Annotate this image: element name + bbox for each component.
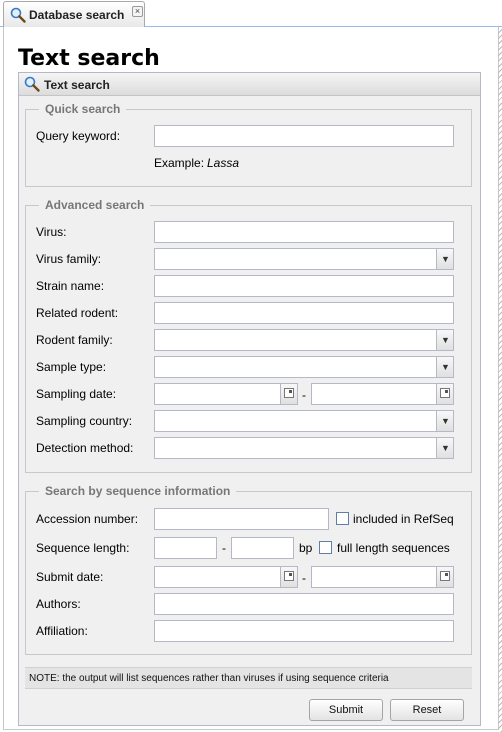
virus-family-label: Virus family: <box>36 252 102 266</box>
chevron-down-icon: ▼ <box>441 443 450 453</box>
refseq-label: included in RefSeq <box>353 512 454 526</box>
related-rodent-label: Related rodent: <box>36 306 119 320</box>
query-keyword-label: Query keyword: <box>36 129 121 143</box>
search-icon <box>24 76 40 92</box>
authors-input[interactable] <box>154 593 454 615</box>
quick-search-fieldset: Quick search Query keyword: Example: Las… <box>25 102 472 187</box>
dropdown-trigger[interactable]: ▼ <box>436 357 453 377</box>
tab-label: Database search <box>29 8 125 22</box>
virus-family-select[interactable]: ▼ <box>154 248 454 270</box>
range-separator: - <box>302 388 306 402</box>
sampling-country-label: Sampling country: <box>36 414 133 428</box>
full-length-checkbox[interactable] <box>319 541 332 554</box>
range-separator: - <box>302 571 306 585</box>
chevron-down-icon: ▼ <box>441 335 450 345</box>
chevron-down-icon: ▼ <box>441 416 450 426</box>
bp-unit-label: bp <box>299 541 313 555</box>
sample-type-select[interactable]: ▼ <box>154 356 454 378</box>
quick-search-legend: Quick search <box>39 102 127 116</box>
chevron-down-icon: ▼ <box>441 362 450 372</box>
tab-database-search[interactable]: Database search × <box>3 1 145 27</box>
accession-number-label: Accession number: <box>36 512 139 526</box>
detection-method-select[interactable]: ▼ <box>154 437 454 459</box>
sequence-length-min[interactable] <box>154 537 217 559</box>
sampling-date-to[interactable] <box>311 383 454 405</box>
example-value: Lassa <box>207 156 240 170</box>
related-rodent-input[interactable] <box>154 302 454 324</box>
note-text: NOTE: the output will list sequences rat… <box>29 673 389 684</box>
calendar-icon[interactable] <box>280 567 297 587</box>
range-separator: - <box>222 541 226 555</box>
strain-name-input[interactable] <box>154 275 454 297</box>
affiliation-label: Affiliation: <box>36 624 88 638</box>
affiliation-input[interactable] <box>154 620 454 642</box>
sample-type-label: Sample type: <box>36 360 107 374</box>
authors-label: Authors: <box>36 597 81 611</box>
sampling-date-label: Sampling date: <box>36 387 117 401</box>
advanced-search-legend: Advanced search <box>39 198 151 212</box>
full-length-label: full length sequences <box>337 541 450 555</box>
detection-method-label: Detection method: <box>36 441 134 455</box>
sequence-note: NOTE: the output will list sequences rat… <box>25 667 472 689</box>
accession-number-input[interactable] <box>154 508 329 530</box>
search-icon <box>10 7 26 23</box>
submit-date-label: Submit date: <box>36 570 104 584</box>
sampling-country-select[interactable]: ▼ <box>154 410 454 432</box>
reset-button[interactable]: Reset <box>390 699 464 721</box>
dropdown-trigger[interactable]: ▼ <box>436 249 453 269</box>
strain-name-label: Strain name: <box>36 279 105 293</box>
advanced-search-fieldset: Advanced search Virus: Virus family: ▼ S… <box>25 198 472 473</box>
panel-header: Text search <box>19 73 480 96</box>
dropdown-trigger[interactable]: ▼ <box>436 411 453 431</box>
tab-strip: Database search × <box>0 0 502 27</box>
sequence-search-legend: Search by sequence information <box>39 484 237 498</box>
sequence-length-max[interactable] <box>231 537 294 559</box>
dropdown-trigger[interactable]: ▼ <box>436 438 453 458</box>
submit-date-to[interactable] <box>311 566 454 588</box>
sampling-date-from[interactable] <box>154 383 298 405</box>
chevron-down-icon: ▼ <box>441 254 450 264</box>
torn-edge <box>498 27 502 732</box>
calendar-icon[interactable] <box>436 567 453 587</box>
rodent-family-label: Rodent family: <box>36 333 113 347</box>
panel-title: Text search <box>44 78 110 92</box>
refseq-checkbox[interactable] <box>336 512 349 525</box>
virus-input[interactable] <box>154 221 454 243</box>
calendar-icon[interactable] <box>280 384 297 404</box>
page-title: Text search <box>18 46 160 71</box>
close-icon[interactable]: × <box>132 6 143 17</box>
rodent-family-select[interactable]: ▼ <box>154 329 454 351</box>
virus-label: Virus: <box>36 225 67 239</box>
text-search-panel: Text search Quick search Query keyword: … <box>18 72 481 726</box>
example-prefix: Example: <box>154 156 205 170</box>
query-keyword-input[interactable] <box>154 125 454 147</box>
dropdown-trigger[interactable]: ▼ <box>436 330 453 350</box>
submit-button[interactable]: Submit <box>309 699 383 721</box>
submit-date-from[interactable] <box>154 566 298 588</box>
sequence-search-fieldset: Search by sequence information Accession… <box>25 484 472 655</box>
sequence-length-label: Sequence length: <box>36 541 130 555</box>
calendar-icon[interactable] <box>436 384 453 404</box>
